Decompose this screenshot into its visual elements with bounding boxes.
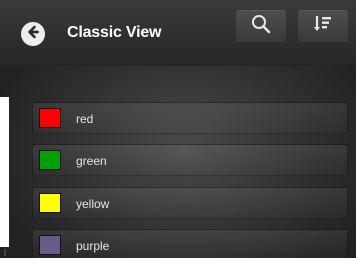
- color-swatch: [39, 235, 61, 255]
- item-label: yellow: [76, 197, 110, 211]
- page-title: Classic View: [67, 24, 162, 41]
- header-bar: Classic View: [0, 0, 356, 66]
- edge-mark: [4, 249, 6, 256]
- app-window: Classic View red green yellow purple: [0, 0, 356, 266]
- left-edge-strip: [0, 97, 9, 247]
- sort-icon: [312, 13, 334, 40]
- bottom-edge-strip: [0, 258, 356, 266]
- search-button[interactable]: [236, 10, 286, 42]
- item-label: green: [76, 154, 107, 168]
- color-swatch: [39, 108, 61, 128]
- search-icon: [250, 13, 272, 40]
- list-item-purple[interactable]: purple: [32, 229, 348, 261]
- list-item-red[interactable]: red: [32, 102, 348, 134]
- list-item-yellow[interactable]: yellow: [32, 187, 348, 219]
- list-item-green[interactable]: green: [32, 144, 348, 176]
- sort-button[interactable]: [298, 10, 348, 42]
- color-swatch: [39, 150, 61, 170]
- color-swatch: [39, 193, 61, 213]
- back-button[interactable]: [21, 22, 45, 46]
- item-label: red: [76, 112, 94, 126]
- back-arrow-icon: [25, 24, 41, 45]
- item-label: purple: [76, 239, 110, 253]
